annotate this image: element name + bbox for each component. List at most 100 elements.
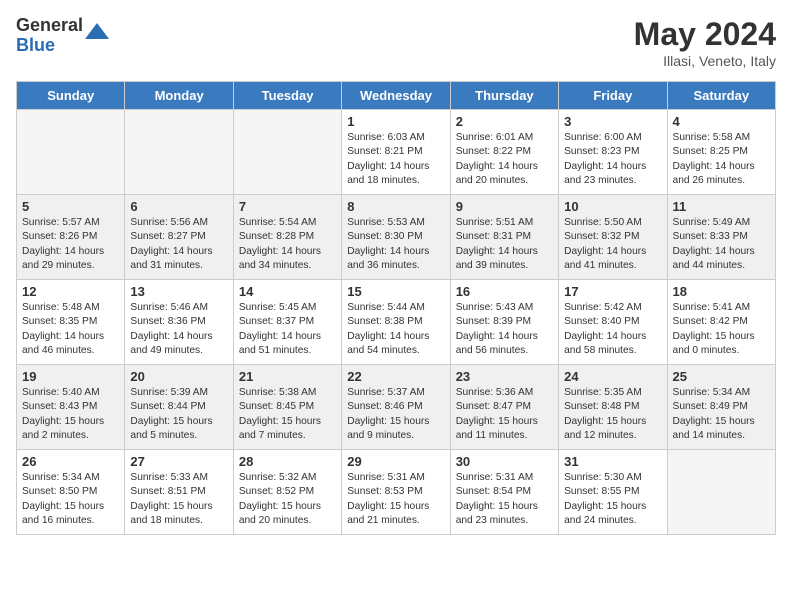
day-info: Sunrise: 5:31 AMSunset: 8:54 PMDaylight:… (456, 471, 553, 528)
month-year-title: May 2024 (634, 16, 776, 53)
day-number: 27 (130, 454, 227, 469)
calendar-day-cell: 14 Sunrise: 5:45 AMSunset: 8:37 PMDayligh… (233, 280, 341, 365)
day-info: Sunrise: 5:31 AMSunset: 8:53 PMDaylight:… (347, 471, 444, 528)
calendar-day-cell: 8 Sunrise: 5:53 AMSunset: 8:30 PMDaylight… (342, 195, 450, 280)
day-of-week-header: Wednesday (342, 82, 450, 110)
calendar-day-cell: 21 Sunrise: 5:38 AMSunset: 8:45 PMDayligh… (233, 365, 341, 450)
calendar-day-cell: 6 Sunrise: 5:56 AMSunset: 8:27 PMDaylight… (125, 195, 233, 280)
day-number: 16 (456, 284, 553, 299)
day-info: Sunrise: 6:03 AMSunset: 8:21 PMDaylight:… (347, 131, 444, 188)
day-info: Sunrise: 5:34 AMSunset: 8:49 PMDaylight:… (673, 386, 770, 443)
day-info: Sunrise: 5:37 AMSunset: 8:46 PMDaylight:… (347, 386, 444, 443)
day-number: 11 (673, 199, 770, 214)
page-header: General Blue May 2024 Illasi, Veneto, It… (16, 16, 776, 69)
day-info: Sunrise: 5:36 AMSunset: 8:47 PMDaylight:… (456, 386, 553, 443)
day-number: 21 (239, 369, 336, 384)
day-number: 20 (130, 369, 227, 384)
calendar-day-cell: 7Sunrise: 5:54 AMSunset: 8:28 PMDaylight… (233, 195, 341, 280)
logo-blue-text: Blue (16, 36, 83, 56)
day-info: Sunrise: 5:39 AMSunset: 8:44 PMDaylight:… (130, 386, 227, 443)
day-number: 28 (239, 454, 336, 469)
calendar-day-cell: 3 Sunrise: 6:00 AMSunset: 8:23 PMDaylight… (559, 110, 667, 195)
calendar-day-cell (125, 110, 233, 195)
day-number: 2 (456, 114, 553, 129)
day-info: Sunrise: 5:32 AMSunset: 8:52 PMDaylight:… (239, 471, 336, 528)
day-of-week-header: Tuesday (233, 82, 341, 110)
day-number: 17 (564, 284, 661, 299)
day-info: Sunrise: 5:56 AMSunset: 8:27 PMDaylight:… (130, 216, 227, 273)
calendar-day-cell: 2 Sunrise: 6:01 AMSunset: 8:22 PMDaylight… (450, 110, 558, 195)
day-info: Sunrise: 5:42 AMSunset: 8:40 PMDaylight:… (564, 301, 661, 358)
day-number: 15 (347, 284, 444, 299)
day-info: Sunrise: 5:49 AMSunset: 8:33 PMDaylight:… (673, 216, 770, 273)
day-number: 19 (22, 369, 119, 384)
day-info: Sunrise: 5:46 AMSunset: 8:36 PMDaylight:… (130, 301, 227, 358)
day-number: 22 (347, 369, 444, 384)
day-info: Sunrise: 5:48 AMSunset: 8:35 PMDaylight:… (22, 301, 119, 358)
calendar-day-cell: 25 Sunrise: 5:34 AMSunset: 8:49 PMDayligh… (667, 365, 775, 450)
logo: General Blue (16, 16, 109, 56)
day-info: Sunrise: 5:43 AMSunset: 8:39 PMDaylight:… (456, 301, 553, 358)
calendar-day-cell: 19Sunrise: 5:40 AMSunset: 8:43 PMDayligh… (17, 365, 125, 450)
calendar-day-cell (667, 450, 775, 535)
calendar-day-cell: 17 Sunrise: 5:42 AMSunset: 8:40 PMDayligh… (559, 280, 667, 365)
day-number: 3 (564, 114, 661, 129)
calendar-day-cell: 23 Sunrise: 5:36 AMSunset: 8:47 PMDayligh… (450, 365, 558, 450)
day-of-week-header: Thursday (450, 82, 558, 110)
location-text: Illasi, Veneto, Italy (634, 53, 776, 69)
day-number: 5 (22, 199, 119, 214)
calendar-day-cell: 16 Sunrise: 5:43 AMSunset: 8:39 PMDayligh… (450, 280, 558, 365)
calendar-day-cell: 24 Sunrise: 5:35 AMSunset: 8:48 PMDayligh… (559, 365, 667, 450)
day-number: 7 (239, 199, 336, 214)
day-number: 8 (347, 199, 444, 214)
day-info: Sunrise: 5:53 AMSunset: 8:30 PMDaylight:… (347, 216, 444, 273)
day-info: Sunrise: 5:35 AMSunset: 8:48 PMDaylight:… (564, 386, 661, 443)
logo-general-text: General (16, 16, 83, 36)
day-number: 6 (130, 199, 227, 214)
day-info: Sunrise: 5:45 AMSunset: 8:37 PMDaylight:… (239, 301, 336, 358)
day-info: Sunrise: 6:01 AMSunset: 8:22 PMDaylight:… (456, 131, 553, 188)
day-number: 9 (456, 199, 553, 214)
day-number: 1 (347, 114, 444, 129)
day-number: 4 (673, 114, 770, 129)
calendar-day-cell: 29Sunrise: 5:31 AMSunset: 8:53 PMDayligh… (342, 450, 450, 535)
calendar-day-cell: 30 Sunrise: 5:31 AMSunset: 8:54 PMDayligh… (450, 450, 558, 535)
calendar-day-cell: 11 Sunrise: 5:49 AMSunset: 8:33 PMDayligh… (667, 195, 775, 280)
calendar-day-cell: 1 Sunrise: 6:03 AMSunset: 8:21 PMDaylight… (342, 110, 450, 195)
day-info: Sunrise: 5:38 AMSunset: 8:45 PMDaylight:… (239, 386, 336, 443)
calendar-day-cell: 15 Sunrise: 5:44 AMSunset: 8:38 PMDayligh… (342, 280, 450, 365)
day-of-week-header: Sunday (17, 82, 125, 110)
calendar-day-cell: 5Sunrise: 5:57 AMSunset: 8:26 PMDaylight… (17, 195, 125, 280)
day-number: 18 (673, 284, 770, 299)
day-info: Sunrise: 5:30 AMSunset: 8:55 PMDaylight:… (564, 471, 661, 528)
day-info: Sunrise: 5:33 AMSunset: 8:51 PMDaylight:… (130, 471, 227, 528)
day-info: Sunrise: 5:50 AMSunset: 8:32 PMDaylight:… (564, 216, 661, 273)
calendar-header-row: SundayMondayTuesdayWednesdayThursdayFrid… (17, 82, 776, 110)
logo-icon (85, 19, 109, 43)
day-number: 10 (564, 199, 661, 214)
calendar-day-cell: 27 Sunrise: 5:33 AMSunset: 8:51 PMDayligh… (125, 450, 233, 535)
day-number: 24 (564, 369, 661, 384)
day-of-week-header: Monday (125, 82, 233, 110)
calendar-day-cell: 20 Sunrise: 5:39 AMSunset: 8:44 PMDayligh… (125, 365, 233, 450)
calendar-day-cell: 13Sunrise: 5:46 AMSunset: 8:36 PMDayligh… (125, 280, 233, 365)
day-info: Sunrise: 5:58 AMSunset: 8:25 PMDaylight:… (673, 131, 770, 188)
day-number: 14 (239, 284, 336, 299)
calendar-table: SundayMondayTuesdayWednesdayThursdayFrid… (16, 81, 776, 535)
calendar-week-row: 5Sunrise: 5:57 AMSunset: 8:26 PMDaylight… (17, 195, 776, 280)
day-number: 30 (456, 454, 553, 469)
calendar-week-row: 19Sunrise: 5:40 AMSunset: 8:43 PMDayligh… (17, 365, 776, 450)
calendar-day-cell: 12 Sunrise: 5:48 AMSunset: 8:35 PMDayligh… (17, 280, 125, 365)
day-of-week-header: Saturday (667, 82, 775, 110)
day-info: Sunrise: 6:00 AMSunset: 8:23 PMDaylight:… (564, 131, 661, 188)
calendar-day-cell (233, 110, 341, 195)
day-number: 23 (456, 369, 553, 384)
calendar-day-cell: 4 Sunrise: 5:58 AMSunset: 8:25 PMDaylight… (667, 110, 775, 195)
calendar-day-cell: 28 Sunrise: 5:32 AMSunset: 8:52 PMDayligh… (233, 450, 341, 535)
day-number: 26 (22, 454, 119, 469)
calendar-day-cell: 26Sunrise: 5:34 AMSunset: 8:50 PMDayligh… (17, 450, 125, 535)
day-info: Sunrise: 5:44 AMSunset: 8:38 PMDaylight:… (347, 301, 444, 358)
day-number: 12 (22, 284, 119, 299)
day-number: 25 (673, 369, 770, 384)
calendar-week-row: 26Sunrise: 5:34 AMSunset: 8:50 PMDayligh… (17, 450, 776, 535)
